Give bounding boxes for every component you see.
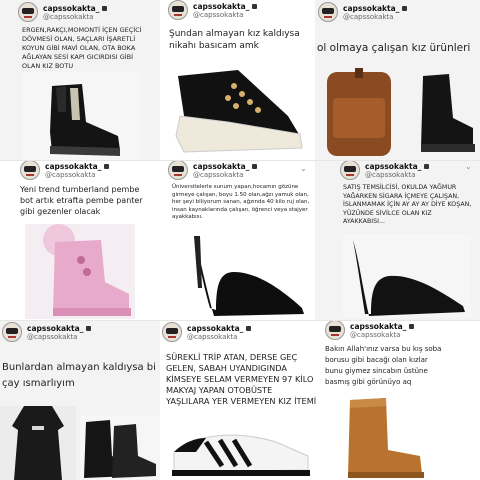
avatar-icon[interactable] bbox=[325, 320, 345, 340]
black-pump-image bbox=[353, 240, 465, 316]
tweet-card-8[interactable]: capssokakta_ @capssokakta SÜREKLİ TRİP A… bbox=[160, 320, 320, 480]
lock-icon bbox=[86, 326, 92, 331]
avatar-icon[interactable] bbox=[162, 322, 182, 342]
grid-divider bbox=[0, 160, 480, 161]
boot-image-graphic bbox=[421, 74, 475, 152]
lock-icon bbox=[424, 164, 430, 169]
tweet-text: SATIŞ TEMSİLCİSİ, OKULDA YAĞMUR YAĞARKEN… bbox=[343, 184, 472, 225]
tweet-text: Şundan almayan kız kaldıysa nikahı basıc… bbox=[169, 29, 300, 51]
user-handle: @capssokakta bbox=[193, 11, 244, 19]
tweet-text: Üniversitelerle sunum yapan,hocamın gözü… bbox=[172, 184, 310, 220]
tweet-card-1[interactable]: capssokakta_ @capssokakta ERGEN,RAKÇI,MO… bbox=[0, 0, 160, 160]
username[interactable]: capssokakta_ bbox=[365, 162, 421, 171]
user-handle: @capssokakta bbox=[350, 331, 401, 339]
boot-image bbox=[50, 84, 120, 156]
tweet-image[interactable] bbox=[22, 72, 140, 160]
tweet-header: capssokakta_ @capssokakta bbox=[168, 0, 258, 20]
lock-icon bbox=[252, 164, 258, 169]
lock-icon bbox=[246, 326, 252, 331]
tweet-image[interactable] bbox=[166, 422, 316, 480]
avatar-icon[interactable] bbox=[20, 160, 40, 180]
platform-sneaker-image bbox=[175, 70, 303, 153]
tweet-card-6[interactable]: capssokakta_ @capssokakta ⌄ SATIŞ TEMSİL… bbox=[315, 160, 480, 320]
tweet-card-4[interactable]: capssokakta_ @capssokakta Yeni trend tum… bbox=[0, 160, 160, 320]
tweet-header: capssokakta_ @capssokakta bbox=[162, 322, 252, 342]
grid-divider bbox=[0, 320, 480, 321]
tweet-image[interactable] bbox=[25, 224, 135, 319]
user-handle: @capssokakta bbox=[365, 171, 416, 179]
user-handle: @capssokakta bbox=[27, 333, 78, 341]
boots-image-graphic bbox=[84, 420, 156, 478]
tweet-image[interactable] bbox=[168, 56, 310, 156]
username[interactable]: capssokakta_ bbox=[350, 322, 406, 331]
user-handle: @capssokakta bbox=[45, 171, 96, 179]
tweet-text: Yeni trend tumberland pembe bot artık et… bbox=[20, 185, 143, 216]
username[interactable]: capssokakta_ bbox=[27, 324, 83, 333]
lock-icon bbox=[104, 164, 110, 169]
tweet-card-2[interactable]: capssokakta_ @capssokakta Şundan almayan… bbox=[160, 0, 315, 160]
tweet-card-3[interactable]: capssokakta_ @capssokakta ol olmaya çalı… bbox=[315, 0, 480, 160]
tweet-text: Bunlardan almayan kaldıysa bi çay ısmarl… bbox=[2, 362, 156, 389]
tweet-header: capssokakta_ @capssokakta bbox=[20, 160, 110, 180]
username[interactable]: capssokakta_ bbox=[45, 162, 101, 171]
pink-boot-image bbox=[43, 224, 131, 316]
lock-icon bbox=[102, 6, 108, 11]
tweet-card-5[interactable]: capssokakta_ @capssokakta ⌄ Üniversitele… bbox=[160, 160, 315, 320]
tweet-header: capssokakta_ @capssokakta bbox=[168, 160, 258, 180]
chevron-down-icon[interactable]: ⌄ bbox=[300, 164, 307, 173]
user-handle: @capssokakta bbox=[343, 13, 394, 21]
boot-image[interactable] bbox=[415, 66, 477, 158]
tweet-text: ol olmaya çalışan kız ürünleri bbox=[317, 42, 471, 54]
avatar-icon[interactable] bbox=[168, 160, 188, 180]
tweet-header: capssokakta_ @capssokakta bbox=[340, 160, 430, 180]
ugg-boot-image bbox=[348, 398, 424, 478]
backpack-image-graphic bbox=[327, 68, 391, 156]
tweet-header: capssokakta_ @capssokakta bbox=[2, 322, 92, 342]
avatar-icon[interactable] bbox=[340, 160, 360, 180]
avatar-icon[interactable] bbox=[2, 322, 22, 342]
username[interactable]: capssokakta_ bbox=[187, 324, 243, 333]
avatar-icon[interactable] bbox=[318, 2, 338, 22]
avatar-icon[interactable] bbox=[168, 0, 188, 20]
username[interactable]: capssokakta_ bbox=[193, 2, 249, 11]
lock-icon bbox=[252, 4, 258, 9]
black-dress-image-graphic bbox=[12, 406, 64, 480]
user-handle: @capssokakta bbox=[187, 333, 238, 341]
user-handle: @capssokakta bbox=[193, 171, 244, 179]
tweet-card-7[interactable]: capssokakta_ @capssokakta Bunlardan alma… bbox=[0, 320, 160, 480]
black-stiletto-image bbox=[194, 236, 304, 316]
tweet-card-9[interactable]: capssokakta_ @capssokakta Bakın Allah'ın… bbox=[320, 320, 480, 480]
backpack-image[interactable] bbox=[319, 66, 399, 158]
tweet-text: SÜREKLİ TRİP ATAN, DERSE GEÇ GELEN, SABA… bbox=[166, 352, 317, 406]
boots-image[interactable] bbox=[80, 416, 160, 480]
tweet-image[interactable] bbox=[328, 394, 432, 480]
tweet-header: capssokakta_ @capssokakta bbox=[318, 2, 408, 22]
tweet-image[interactable] bbox=[343, 234, 471, 318]
tweet-text: Bakın Allah'ınız varsa bu kış soba borus… bbox=[325, 345, 442, 386]
tweet-image[interactable] bbox=[180, 228, 310, 318]
lock-icon bbox=[402, 6, 408, 11]
username[interactable]: capssokakta_ bbox=[343, 4, 399, 13]
chevron-down-icon[interactable]: ⌄ bbox=[465, 162, 472, 171]
username[interactable]: capssokakta_ bbox=[193, 162, 249, 171]
tweet-header: capssokakta_ @capssokakta bbox=[18, 2, 108, 22]
avatar-icon[interactable] bbox=[18, 2, 38, 22]
tweet-text: ERGEN,RAKÇI,MOMONTİ İÇEN GEÇİCİ DÖVMESİ … bbox=[22, 26, 142, 70]
dress-image[interactable] bbox=[0, 406, 76, 480]
user-handle: @capssokakta bbox=[43, 13, 94, 21]
tweet-header: capssokakta_ @capssokakta bbox=[325, 320, 415, 340]
username[interactable]: capssokakta_ bbox=[43, 4, 99, 13]
white-sneaker-image bbox=[172, 434, 310, 476]
lock-icon bbox=[409, 324, 415, 329]
